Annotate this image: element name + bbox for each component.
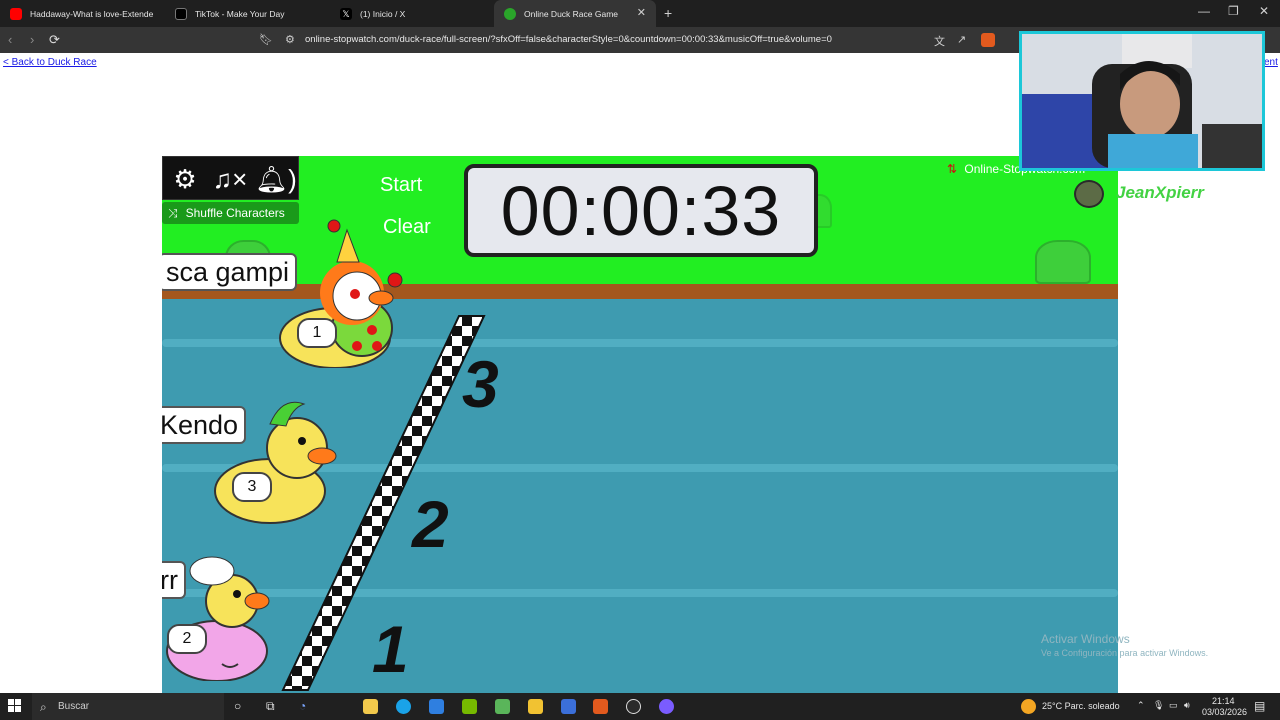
racer-number-badge: 1 <box>297 318 337 348</box>
clear-button[interactable]: Clear <box>383 216 431 239</box>
reload-icon[interactable]: ⟳ <box>49 32 60 48</box>
duck-race-game: 3 2 1 sca gampi 1 Kendo 3 rr 2 ⚙ ♫× 🔔︎) … <box>162 156 1118 693</box>
share-icon[interactable]: ↗ <box>957 33 966 46</box>
settings-gear-icon[interactable]: ⚙ <box>163 161 207 197</box>
copilot-icon[interactable]: ◔ <box>299 699 306 713</box>
tray-chevron-icon[interactable]: ⌃ <box>1137 700 1145 711</box>
back-arrow-icon[interactable]: ‹ <box>8 32 12 47</box>
minecraft-icon[interactable] <box>495 699 510 714</box>
app-icon[interactable] <box>561 699 576 714</box>
racer-name-label: rr <box>162 561 186 599</box>
stopwatch-icon <box>504 7 516 20</box>
taskbar-search-box[interactable]: ⌕ Buscar <box>32 693 224 720</box>
start-button[interactable]: Start <box>380 174 422 197</box>
webcam-feed <box>1022 34 1262 168</box>
sound-bell-icon[interactable]: 🔔︎) <box>254 161 298 197</box>
shuffle-icon: ⤨ <box>168 205 178 220</box>
network-icon[interactable]: ▭ <box>1169 700 1178 711</box>
windows-start-icon[interactable] <box>8 699 22 713</box>
lane-number-2: 2 <box>412 487 449 561</box>
countdown-timer-display: 00:00:33 <box>464 164 818 257</box>
minimize-icon[interactable]: — <box>1198 4 1210 18</box>
racer-name-label: sca gampi <box>162 253 298 291</box>
browser-tab-bar: Haddaway-What is love-Extende TikTok - M… <box>0 0 1280 27</box>
shuffle-characters-button[interactable]: ⤨ Shuffle Characters <box>162 202 299 224</box>
control-buttons-panel: ⚙ ♫× 🔔︎) <box>162 156 299 200</box>
new-tab-button[interactable]: + <box>664 5 672 21</box>
activate-windows-title: Activar Windows <box>1041 632 1130 646</box>
tab-x[interactable]: 𝕏 (1) Inicio / X <box>330 0 495 27</box>
task-view-icon[interactable]: ⧉ <box>266 699 275 714</box>
tab-title: TikTok - Make Your Day <box>195 8 285 19</box>
clock-time[interactable]: 21:14 <box>1212 696 1235 706</box>
discord-icon[interactable] <box>659 699 674 714</box>
lane-number-3: 3 <box>462 347 499 421</box>
file-explorer-icon[interactable] <box>528 699 543 714</box>
streamer-name: JeanXpierr <box>1116 183 1204 202</box>
tab-duck-race[interactable]: Online Duck Race Game ✕ <box>494 0 656 27</box>
duck-racer-1 <box>279 219 403 368</box>
activate-windows-subtitle: Ve a Configuración para activar Windows. <box>1041 648 1209 658</box>
close-tab-icon[interactable]: ✕ <box>637 6 646 19</box>
lane-number-1: 1 <box>372 612 409 686</box>
weather-text[interactable]: 25°C Parc. soleado <box>1042 701 1120 711</box>
racer-number-badge: 3 <box>232 472 272 502</box>
edge-icon[interactable] <box>396 699 411 714</box>
bookmark-icon[interactable]: 🔖︎ <box>259 33 273 46</box>
weather-icon[interactable] <box>1021 699 1036 714</box>
store-icon[interactable] <box>363 699 378 714</box>
tiktok-icon <box>175 7 187 20</box>
cortana-icon[interactable]: ○ <box>234 699 241 713</box>
volume-icon[interactable]: 🔊︎ <box>1184 700 1190 711</box>
url-field[interactable]: online-stopwatch.com/duck-race/full-scre… <box>305 34 832 45</box>
streamer-avatar <box>1074 180 1104 208</box>
clock-date[interactable]: 03/03/2026 <box>1202 707 1247 717</box>
youtube-icon <box>10 7 22 20</box>
up-down-arrows-icon: ⇅ <box>947 162 958 176</box>
back-to-duck-race-link[interactable]: < Back to Duck Race <box>3 57 97 68</box>
tab-title: Online Duck Race Game <box>524 8 619 19</box>
racer-name-label: Kendo <box>162 406 247 444</box>
shuffle-label: Shuffle Characters <box>185 206 285 220</box>
search-icon: ⌕ <box>40 700 47 714</box>
music-off-icon[interactable]: ♫× <box>208 161 252 197</box>
obs-icon[interactable] <box>626 699 641 714</box>
forward-arrow-icon[interactable]: › <box>30 32 34 47</box>
tab-tiktok[interactable]: TikTok - Make Your Day <box>165 0 330 27</box>
notifications-icon[interactable]: ▤ <box>1254 699 1265 713</box>
site-info-icon[interactable]: ⚙︎ <box>285 33 295 46</box>
nvidia-icon[interactable] <box>462 699 477 714</box>
search-placeholder: Buscar <box>58 701 90 712</box>
x-icon: 𝕏 <box>340 7 352 20</box>
tab-title: Haddaway-What is love-Extende <box>30 8 154 19</box>
microphone-icon[interactable]: 🎙︎ <box>1153 700 1164 711</box>
webcam-overlay <box>1019 31 1265 171</box>
translate-icon[interactable]: 文 <box>934 33 945 49</box>
edge-link[interactable]: ent <box>1264 57 1278 68</box>
windows-taskbar: ⌕ Buscar ○ ⧉ ◔ 25°C Parc. soleado ⌃ 🎙︎ ▭… <box>0 693 1280 720</box>
mail-icon[interactable] <box>429 699 444 714</box>
close-window-icon[interactable]: ✕ <box>1259 4 1269 18</box>
tab-title: (1) Inicio / X <box>360 8 406 19</box>
tab-haddaway[interactable]: Haddaway-What is love-Extende <box>0 0 165 27</box>
restore-icon[interactable]: ❐ <box>1228 4 1239 18</box>
brave-icon[interactable] <box>593 699 608 714</box>
racer-number-badge: 2 <box>167 624 207 654</box>
brave-shield-icon[interactable] <box>981 33 995 47</box>
